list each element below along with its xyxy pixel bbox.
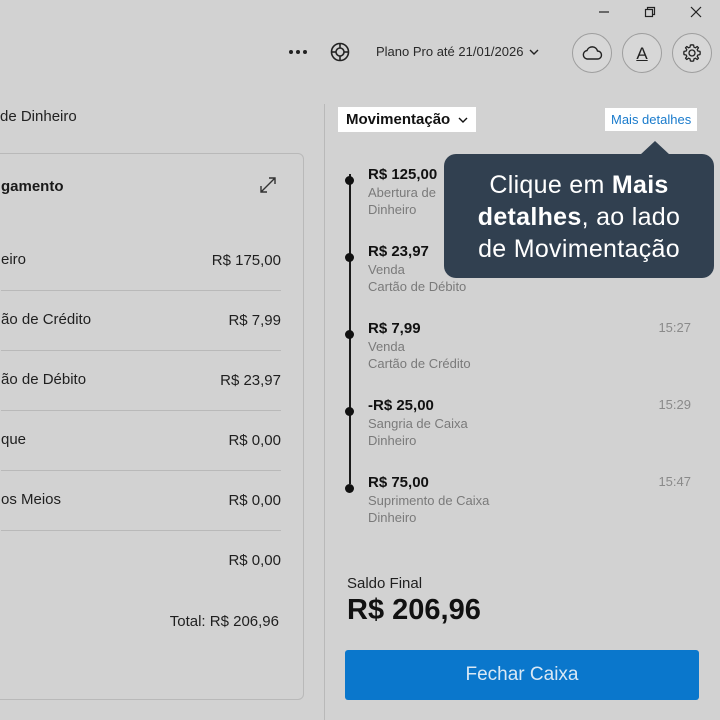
cash-section-title: de Dinheiro [0,108,77,125]
plan-label: Plano Pro até 21/01/2026 [376,44,524,59]
payment-row: eiro R$ 175,00 [1,231,281,291]
chevron-down-icon [458,117,468,123]
movement-time: 15:27 [658,320,691,335]
onboarding-tooltip: Clique em Mais detalhes, ao lado de Movi… [444,154,714,278]
movement-description: Sangria de Caixa [368,416,468,431]
payment-row: que R$ 0,00 [1,411,281,471]
more-details-label: Mais detalhes [611,112,692,127]
expand-icon[interactable] [259,176,277,194]
timeline-dot [345,330,354,339]
payment-method-value: R$ 23,97 [220,372,281,389]
movement-amount: R$ 7,99 [368,320,421,337]
plan-dropdown[interactable]: Plano Pro até 21/01/2026 [376,44,539,59]
movement-method: Cartão de Débito [368,279,467,294]
more-details-link[interactable]: Mais detalhes [605,108,698,131]
movement-amount: R$ 75,00 [368,474,429,491]
movement-time: 15:47 [658,474,691,489]
movement-time: 15:29 [658,397,691,412]
payment-row: ão de Débito R$ 23,97 [1,351,281,411]
cloud-sync-button[interactable] [572,33,612,73]
movement-description: Venda [368,262,405,277]
font-size-button[interactable]: A [622,33,662,73]
close-register-label: Fechar Caixa [465,664,579,685]
tooltip-text: Clique em [489,171,612,199]
payment-method-label: os Meios [1,491,62,508]
tooltip-text: de Movimentação [478,235,680,263]
movement-item: R$ 75,00 Suprimento de Caixa Dinheiro 15… [345,474,695,544]
tooltip-arrow [640,141,670,155]
total-label: Total: [169,613,206,630]
movement-method: Dinheiro [368,202,417,217]
payment-method-value: R$ 175,00 [211,252,281,269]
gear-icon [683,44,701,62]
timeline-dot [345,484,354,493]
payment-method-value: R$ 0,00 [228,432,281,449]
payment-row: R$ 0,00 [1,531,281,591]
movement-amount: -R$ 25,00 [368,397,434,414]
tooltip-bold-text: detalhes [477,203,582,231]
lifebuoy-icon [330,42,350,62]
close-button[interactable] [673,0,719,24]
payment-method-label: que [1,431,27,448]
panel-divider [324,104,325,720]
movement-method: Dinheiro [368,433,417,448]
movement-description: Abertura de [368,185,436,200]
payment-summary-card: gamento eiro R$ 175,00 ão de Crédito R$ … [0,153,304,700]
movement-description: Venda [368,339,405,354]
final-balance-label: Saldo Final [347,575,423,592]
close-register-button[interactable]: Fechar Caixa [345,650,699,700]
timeline-dot [345,176,354,185]
payment-row: ão de Crédito R$ 7,99 [1,291,281,351]
movement-amount: R$ 125,00 [368,166,438,183]
movement-select[interactable]: Movimentação [338,107,477,132]
payment-card-title: gamento [1,178,64,195]
cloud-icon [582,46,603,60]
payment-method-label: ão de Crédito [1,311,92,328]
payment-method-label: ão de Débito [1,371,87,388]
tooltip-bold-text: Mais [611,171,669,199]
close-icon [690,6,702,18]
payment-total: Total: R$ 206,96 [170,613,279,630]
payment-method-value: R$ 0,00 [228,552,281,569]
tooltip-text: , ao lado [581,203,681,231]
chevron-down-icon [529,49,539,55]
minimize-button[interactable] [581,0,627,24]
movement-item: R$ 7,99 Venda Cartão de Crédito 15:27 [345,320,695,390]
movement-method: Dinheiro [368,510,417,525]
payment-method-label: eiro [1,251,27,268]
settings-button[interactable] [672,33,712,73]
final-balance-value: R$ 206,96 [347,594,481,626]
payment-method-value: R$ 7,99 [228,312,281,329]
more-horizontal-icon [289,50,307,54]
timeline-dot [345,253,354,262]
movement-select-label: Movimentação [346,111,451,128]
total-value: R$ 206,96 [209,613,279,630]
more-options-button[interactable] [286,40,310,64]
restore-icon [644,6,656,18]
restore-button[interactable] [627,0,673,24]
help-button[interactable] [328,40,352,64]
movement-item: -R$ 25,00 Sangria de Caixa Dinheiro 15:2… [345,397,695,467]
movement-method: Cartão de Crédito [368,356,471,371]
movement-amount: R$ 23,97 [368,243,429,260]
minimize-icon [599,11,609,13]
movement-description: Suprimento de Caixa [368,493,490,508]
font-icon: A [636,43,648,63]
payment-method-value: R$ 0,00 [228,492,281,509]
payment-row: os Meios R$ 0,00 [1,471,281,531]
timeline-dot [345,407,354,416]
